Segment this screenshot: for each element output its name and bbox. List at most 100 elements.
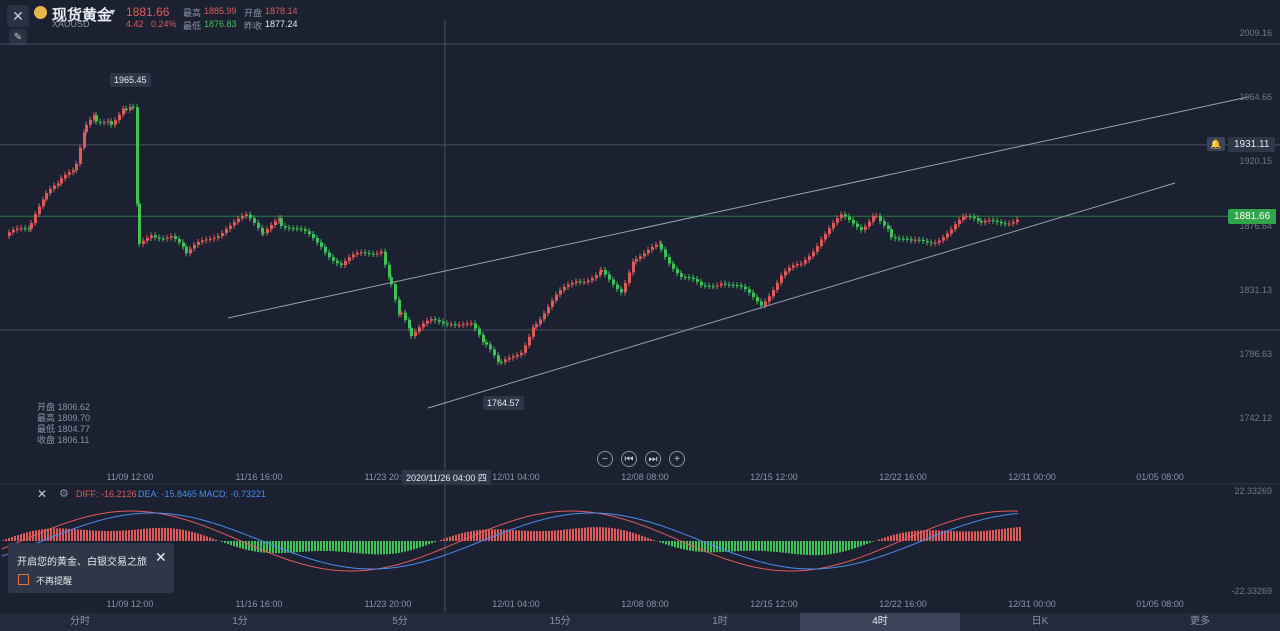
macd-bar xyxy=(203,535,205,541)
candle-body xyxy=(270,225,273,230)
macd-bar xyxy=(131,529,133,541)
candle-body xyxy=(696,279,699,282)
candle-body xyxy=(57,183,60,186)
macd-bar xyxy=(710,541,712,553)
macd-bar xyxy=(170,528,172,541)
candle-body xyxy=(16,228,19,230)
macd-bar xyxy=(674,541,676,548)
macd-bar xyxy=(212,538,214,541)
macd-bar xyxy=(1016,527,1018,541)
macd-bar xyxy=(101,530,103,541)
macd-bar xyxy=(128,530,130,541)
zoom-out-button[interactable]: − xyxy=(597,451,613,467)
candle-body xyxy=(543,313,546,320)
macd-bar xyxy=(581,527,583,541)
y-tick: 1920.15 xyxy=(1239,156,1272,166)
y-tick: 1786.63 xyxy=(1239,349,1272,359)
macd-bar xyxy=(977,531,979,541)
macd-bar xyxy=(608,527,610,541)
macd-bar xyxy=(50,528,52,541)
tab-1min[interactable]: 1分 xyxy=(160,613,320,631)
macd-bar xyxy=(770,541,772,552)
macd-bar xyxy=(569,529,571,541)
macd-bar xyxy=(1004,528,1006,541)
tab-15min[interactable]: 15分 xyxy=(480,613,640,631)
macd-close-icon[interactable]: ✕ xyxy=(37,487,47,501)
skip-forward-icon: ⏭ xyxy=(648,453,658,465)
candle-body xyxy=(567,284,570,287)
skip-forward-button[interactable]: ⏭ xyxy=(645,451,661,467)
macd-bar xyxy=(512,530,514,541)
candle-body xyxy=(958,219,961,225)
candle-body xyxy=(454,324,457,326)
candle-body xyxy=(150,235,153,239)
candle-body xyxy=(174,236,177,240)
price-chart[interactable] xyxy=(0,0,1280,631)
macd-bar xyxy=(248,541,250,551)
macd-bar xyxy=(839,541,841,553)
candle-body xyxy=(304,229,307,232)
candle-body xyxy=(233,221,236,226)
macd-bar xyxy=(374,541,376,555)
candle-body xyxy=(237,218,240,222)
macd-bar xyxy=(965,531,967,541)
macd-bar xyxy=(152,528,154,541)
candle-body xyxy=(34,214,37,224)
candle-body xyxy=(579,281,582,283)
macd-bar xyxy=(545,530,547,541)
macd-bar xyxy=(767,541,769,552)
candle-body xyxy=(868,221,871,227)
candle-body xyxy=(784,271,787,276)
macd-bar xyxy=(332,541,334,552)
macd-x-tick: 12/31 00:00 xyxy=(1008,599,1056,609)
tab-daily[interactable]: 日K xyxy=(960,613,1120,631)
macd-bar xyxy=(398,541,400,553)
macd-x-tick: 12/22 16:00 xyxy=(879,599,927,609)
macd-bar xyxy=(758,541,760,551)
skip-back-button[interactable]: ⏮ xyxy=(621,451,637,467)
macd-bar xyxy=(80,529,82,541)
macd-bar xyxy=(896,533,898,541)
zoom-in-button[interactable]: + xyxy=(669,451,685,467)
macd-bar xyxy=(866,541,868,544)
candle-body xyxy=(860,227,863,230)
candle-body xyxy=(376,253,379,255)
x-tick: 12/31 00:00 xyxy=(1008,472,1056,482)
macd-bar xyxy=(698,541,700,552)
candle-body xyxy=(336,260,339,264)
popup-close-icon[interactable]: ✕ xyxy=(155,549,167,566)
macd-x-tick: 11/16 16:00 xyxy=(235,599,283,609)
alert-price-tag[interactable]: 1931.11 xyxy=(1228,137,1276,152)
macd-bar xyxy=(488,529,490,541)
macd-bar xyxy=(116,530,118,541)
macd-bar xyxy=(872,541,874,542)
macd-bar xyxy=(185,530,187,541)
macd-bar xyxy=(686,541,688,551)
macd-bar xyxy=(518,530,520,541)
candle-body xyxy=(320,242,323,247)
settings-icon[interactable]: ⚙ xyxy=(59,487,69,500)
macd-bar xyxy=(215,539,217,541)
tab-5min[interactable]: 5分 xyxy=(320,613,480,631)
macd-bar xyxy=(548,530,550,541)
dont-remind-checkbox[interactable] xyxy=(18,574,29,585)
tab-more[interactable]: 更多 xyxy=(1120,613,1280,631)
macd-bar xyxy=(491,529,493,541)
candle-body xyxy=(844,214,847,217)
candle-body xyxy=(780,275,783,283)
bell-icon[interactable]: 🔔 xyxy=(1207,137,1225,151)
tab-1hour[interactable]: 1时 xyxy=(640,613,800,631)
tab-4hour[interactable]: 4时 xyxy=(800,613,960,631)
candle-body xyxy=(284,225,287,228)
candle-body xyxy=(651,246,654,250)
candle-body xyxy=(808,256,811,261)
macd-bar xyxy=(167,528,169,541)
candle-body xyxy=(434,319,437,321)
candle-body xyxy=(922,239,925,242)
tab-time-share[interactable]: 分时 xyxy=(0,613,160,631)
macd-bar xyxy=(779,541,781,553)
macd-bar xyxy=(836,541,838,554)
candle-body xyxy=(736,284,739,286)
macd-bar xyxy=(155,528,157,541)
macd-bar xyxy=(941,530,943,541)
